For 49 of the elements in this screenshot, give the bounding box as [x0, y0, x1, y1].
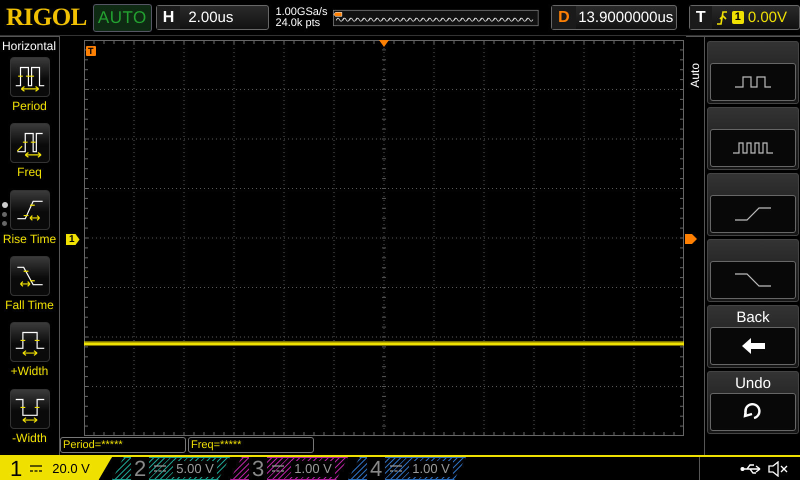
rising-edge-icon	[733, 205, 773, 223]
sample-rate: 1.00GSa/s	[275, 6, 328, 18]
dc-coupling-icon	[30, 464, 42, 472]
menu-button[interactable]	[10, 57, 50, 97]
timebase-label: H	[156, 6, 180, 29]
softkey-button[interactable]	[707, 107, 799, 170]
brand-logo: RIGOL	[6, 4, 87, 32]
delay-label: D	[552, 6, 576, 29]
rising-edge-icon	[716, 10, 728, 26]
speaker-muted-icon	[768, 460, 788, 476]
menu-label: Freq	[17, 166, 42, 180]
trigger-label: T	[690, 6, 712, 29]
measurement-readout: Period=*****	[60, 437, 186, 453]
menu-label: Period	[12, 100, 47, 113]
menu-label: +Width	[10, 365, 48, 378]
channel-marker: 1	[66, 234, 80, 245]
channel-tab[interactable]: 2 5.00 V	[112, 457, 230, 480]
menu-button[interactable]	[10, 388, 50, 429]
softkey-button[interactable]: Undo	[707, 371, 799, 434]
trigger-level: 0.00V	[748, 9, 788, 26]
channel-tab[interactable]: 1 20.0 V	[0, 457, 112, 480]
menu-button[interactable]	[10, 123, 50, 164]
left-arrow-icon	[740, 337, 766, 355]
menu-button[interactable]	[10, 322, 50, 362]
menu-title: Horizontal	[1, 39, 58, 53]
falling-edge-icon	[733, 271, 773, 289]
timebase-value: 2.00us	[187, 9, 234, 26]
menu-button[interactable]	[10, 190, 50, 230]
pulse-train-icon	[731, 140, 775, 156]
menu-label: Rise Time	[2, 232, 56, 246]
menu-button[interactable]	[10, 256, 50, 296]
trigger-position-icon	[379, 40, 389, 47]
channel-tab[interactable]: 4 1.00 V	[348, 457, 466, 480]
measurement-readout: Freq=*****	[188, 437, 314, 453]
menu-title: Auto	[687, 63, 703, 88]
trigger-marker: T	[86, 46, 96, 56]
dc-coupling-icon	[272, 464, 284, 472]
dc-coupling-icon	[390, 464, 402, 472]
trigger-level-icon	[685, 234, 697, 244]
softkey-button[interactable]: Back	[707, 305, 799, 368]
trigger-source: 1	[732, 11, 744, 24]
square-wave-icon	[733, 74, 773, 90]
memory-depth: 24.0k pts	[275, 18, 322, 28]
dc-coupling-icon	[154, 464, 166, 472]
menu-label: Fall Time	[5, 298, 54, 312]
menu-label: -Width	[12, 432, 47, 445]
run-status: AUTO	[92, 4, 152, 32]
delay-value: 13.9000000us	[577, 9, 674, 26]
channel-tab[interactable]: 3 1.00 V	[230, 457, 348, 480]
